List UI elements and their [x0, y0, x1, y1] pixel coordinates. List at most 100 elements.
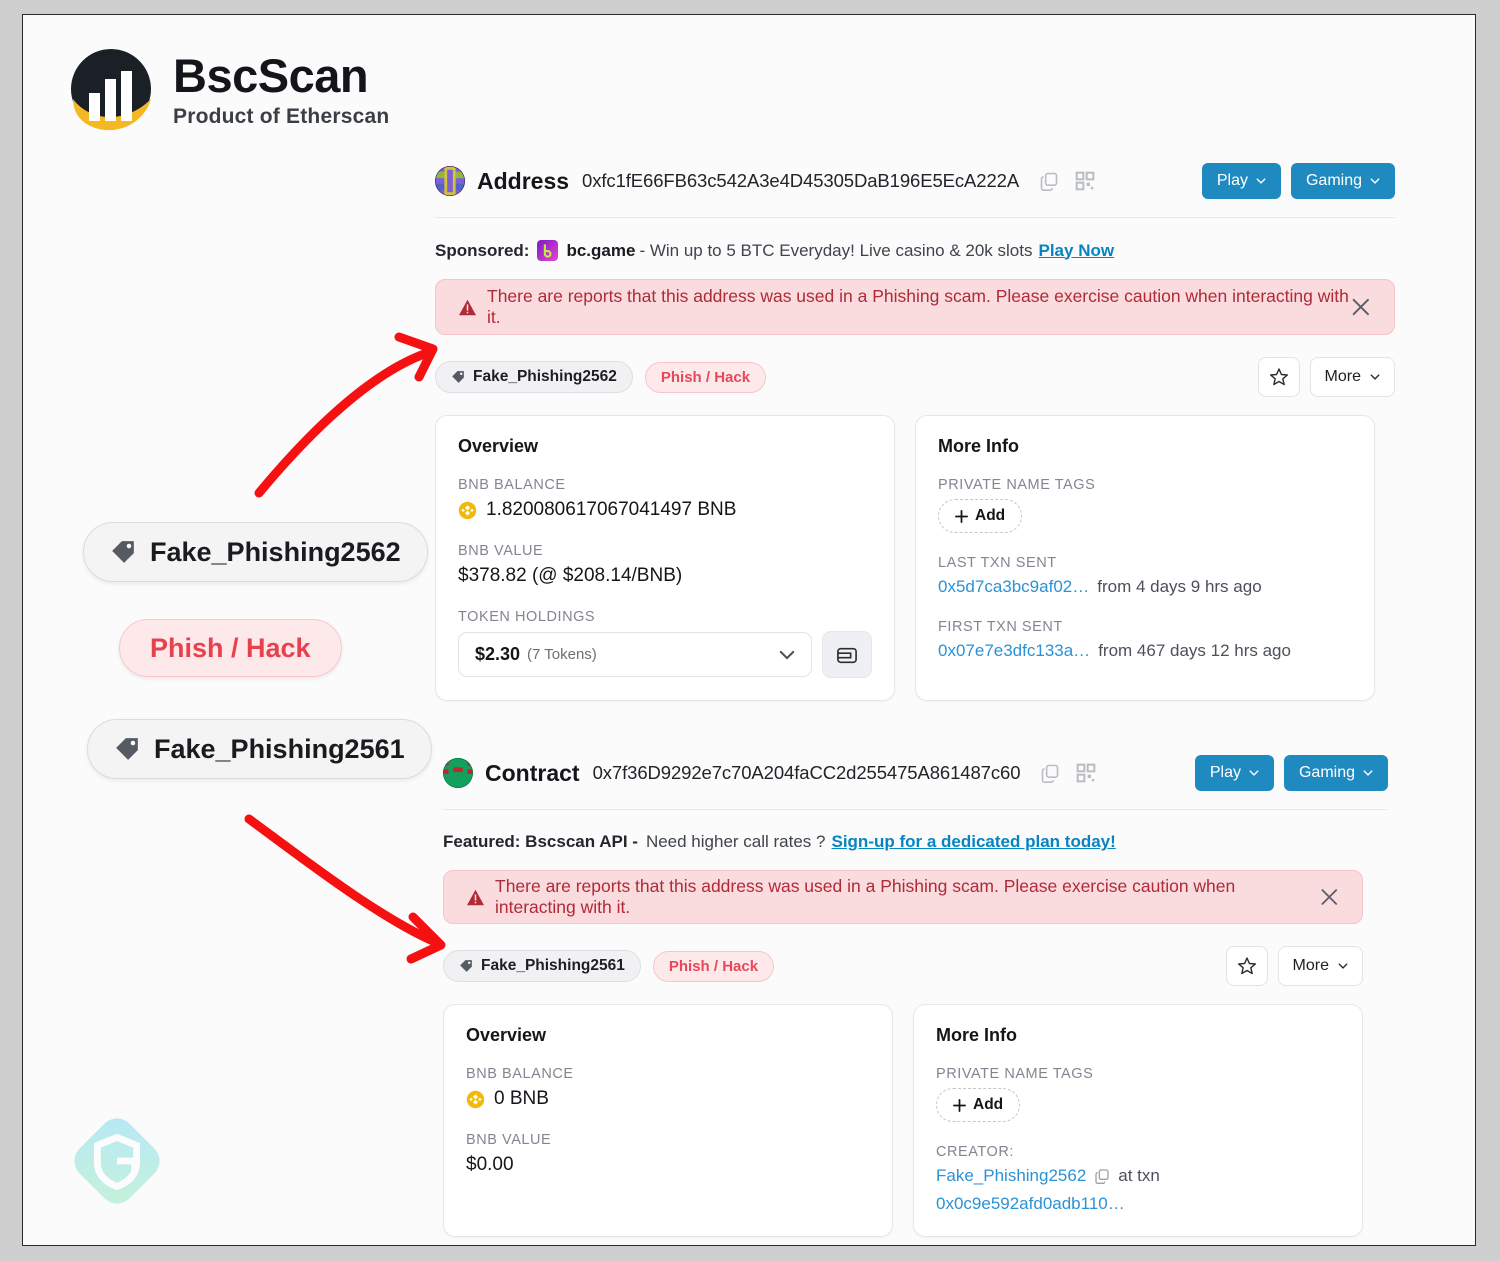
chevron-down-icon	[1363, 770, 1373, 776]
contract-header: Contract 0x7f36D9292e7c70A204faCC2d25547…	[443, 755, 1388, 791]
featured-label: Featured: Bscscan API -	[443, 832, 638, 851]
close-icon[interactable]	[1350, 296, 1372, 318]
screenshot-page: BscScan Product of Etherscan Fake_Phishi…	[22, 14, 1476, 1246]
more-info-title: More Info	[938, 436, 1019, 456]
creator-row: Fake_Phishing2562 at txn 0x0c9e592afd0ad…	[936, 1166, 1340, 1214]
alert-message: There are reports that this address was …	[495, 876, 1236, 917]
contract-more-info-card: More Info PRIVATE NAME TAGS Add CREATOR:…	[913, 1004, 1363, 1237]
contract-phish-hack-badge[interactable]: Phish / Hack	[652, 950, 775, 982]
sponsor-text: - Win up to 5 BTC Everyday! Live casino …	[639, 240, 1033, 260]
featured-cta-link[interactable]: Sign-up for a dedicated plan today!	[831, 832, 1115, 852]
token-holdings-group: TOKEN HOLDINGS $2.30 (7 Tokens)	[458, 609, 872, 678]
play-dropdown-button[interactable]: Play	[1201, 163, 1281, 199]
brand-name: BscScan	[173, 48, 369, 102]
bnb-balance-amount: 0 BNB	[494, 1088, 549, 1109]
contract-name-tag[interactable]: Fake_Phishing2561	[443, 950, 641, 982]
callout-label: Fake_Phishing2562	[150, 536, 401, 567]
callout-phish-hack: Phish / Hack	[119, 619, 342, 677]
address-favorite-button[interactable]	[1257, 357, 1300, 397]
gaming-dropdown-button[interactable]: Gaming	[1290, 163, 1395, 199]
address-overview-card: Overview BNB BALANCE 1.82008061706704149…	[435, 415, 895, 701]
bnb-balance-group: BNB BALANCE 0 BNB	[466, 1066, 870, 1110]
tag-icon	[460, 960, 472, 972]
callout-label: Phish / Hack	[150, 632, 311, 663]
contract-more-button[interactable]: More	[1277, 946, 1363, 986]
close-icon[interactable]	[1319, 886, 1340, 908]
tag-icon	[116, 738, 138, 760]
qr-code-icon[interactable]	[1075, 171, 1095, 191]
featured-text: Need higher call rates ?	[645, 832, 826, 851]
private-name-tags-group: PRIVATE NAME TAGS Add	[936, 1066, 1340, 1122]
last-txn-hash-link[interactable]: 0x5d7ca3bc9af02…	[938, 577, 1089, 597]
token-wallet-button[interactable]	[822, 631, 872, 678]
creator-txn-link[interactable]: 0x0c9e592afd0adb110…	[936, 1194, 1125, 1214]
alert-message: There are reports that this address was …	[487, 286, 1349, 327]
first-txn-hash-link[interactable]: 0x07e7e3dfc133a…	[938, 641, 1090, 661]
copy-icon[interactable]	[1040, 763, 1060, 783]
creator-at-txn-text: at txn	[1118, 1166, 1160, 1185]
chevron-down-icon	[1370, 374, 1380, 380]
token-holdings-row: $2.30 (7 Tokens)	[458, 631, 872, 678]
address-cards: Overview BNB BALANCE 1.82008061706704149…	[435, 415, 1395, 701]
address-name-tag[interactable]: Fake_Phishing2562	[435, 361, 633, 393]
bnb-value-group: BNB VALUE $378.82 (@ $208.14/BNB)	[458, 543, 872, 587]
bnb-value-amount: $0.00	[466, 1154, 514, 1175]
private-name-tags-group: PRIVATE NAME TAGS Add	[938, 477, 1352, 533]
contract-hash: 0x7f36D9292e7c70A204faCC2d255475A861487c…	[592, 762, 1021, 783]
address-more-info-card: More Info PRIVATE NAME TAGS Add LAST TXN…	[915, 415, 1375, 701]
bnb-balance-label: BNB BALANCE	[458, 477, 566, 493]
star-icon	[1237, 957, 1256, 975]
bnb-value-amount: $378.82 (@ $208.14/BNB)	[458, 565, 683, 586]
creator-link[interactable]: Fake_Phishing2562	[936, 1166, 1086, 1186]
contract-avatar-icon	[443, 758, 473, 788]
address-tag-row: Fake_Phishing2562 Phish / Hack More	[435, 357, 1395, 397]
contract-favorite-button[interactable]	[1225, 946, 1268, 986]
address-more-button[interactable]: More	[1309, 357, 1395, 397]
wallet-icon	[837, 647, 857, 663]
add-private-name-tag-button[interactable]: Add	[936, 1088, 1021, 1122]
brand-tagline: Product of Etherscan	[173, 104, 390, 128]
chevron-down-icon	[1256, 178, 1266, 184]
contract-name-tag-label: Fake_Phishing2561	[481, 957, 625, 974]
header-divider	[435, 217, 1395, 218]
token-holdings-label: TOKEN HOLDINGS	[458, 609, 596, 625]
header-divider	[443, 809, 1388, 810]
sponsor-cta-link[interactable]: Play Now	[1039, 241, 1115, 261]
tag-icon	[112, 541, 134, 563]
last-txn-sent-label: LAST TXN SENT	[938, 555, 1057, 571]
copy-icon[interactable]	[1039, 171, 1059, 191]
callout-fake-phishing-2561: Fake_Phishing2561	[87, 719, 432, 779]
bnb-balance-amount: 1.820080617067041497 BNB	[486, 499, 737, 520]
add-private-name-tag-button[interactable]: Add	[938, 499, 1023, 533]
address-section: Address 0xfc1fE66FB63c542A3e4D45305DaB19…	[435, 163, 1395, 701]
address-more-label: More	[1324, 368, 1361, 385]
play-dropdown-button[interactable]: Play	[1194, 755, 1274, 791]
contract-kind-label: Contract	[485, 759, 580, 786]
gaming-dropdown-button[interactable]: Gaming	[1283, 755, 1388, 791]
gaming-button-label: Gaming	[1305, 172, 1362, 189]
more-info-title: More Info	[936, 1025, 1017, 1045]
contract-phishing-alert: There are reports that this address was …	[443, 870, 1363, 924]
token-holdings-select[interactable]: $2.30 (7 Tokens)	[458, 632, 812, 677]
address-phish-hack-badge[interactable]: Phish / Hack	[644, 361, 767, 393]
bnb-balance-label: BNB BALANCE	[466, 1066, 574, 1082]
bnb-coin-icon	[466, 1090, 485, 1108]
contract-section: Contract 0x7f36D9292e7c70A204faCC2d25547…	[443, 755, 1388, 1237]
bc-game-icon	[537, 240, 559, 261]
private-name-tags-label: PRIVATE NAME TAGS	[938, 477, 1096, 493]
last-txn-age: from 4 days 9 hrs ago	[1097, 577, 1262, 596]
copy-icon[interactable]	[1094, 1168, 1110, 1184]
sponsor-brand[interactable]: bc.game	[566, 241, 635, 261]
address-phishing-alert: There are reports that this address was …	[435, 279, 1395, 335]
qr-code-icon[interactable]	[1076, 763, 1096, 783]
gaming-button-label: Gaming	[1298, 764, 1355, 781]
bnb-value-label: BNB VALUE	[458, 543, 544, 559]
address-kind-label: Address	[477, 167, 570, 194]
contract-cards: Overview BNB BALANCE 0 BNB BNB VALUE $0.…	[443, 1004, 1388, 1237]
bnb-value-group: BNB VALUE $0.00	[466, 1132, 870, 1176]
bscscan-logo-icon	[63, 41, 159, 137]
contract-more-label: More	[1292, 957, 1329, 974]
warning-triangle-icon	[467, 889, 484, 905]
plus-icon	[953, 1098, 966, 1112]
bnb-balance-value-row: 1.820080617067041497 BNB	[458, 499, 872, 521]
